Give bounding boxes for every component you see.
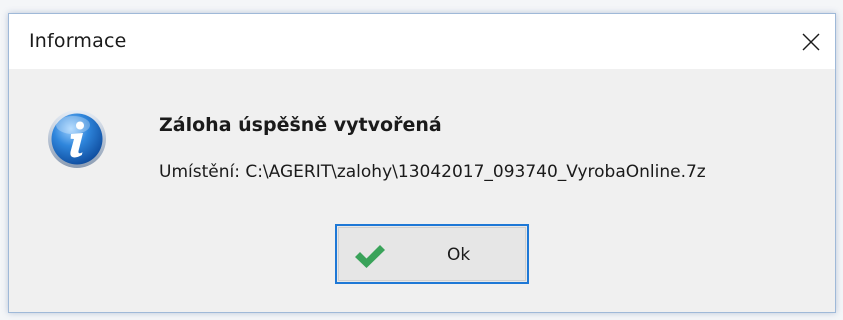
- dialog-titlebar[interactable]: Informace: [9, 14, 835, 69]
- ok-button-face: Ok: [338, 227, 526, 281]
- info-icon: [48, 110, 106, 168]
- checkmark-icon: [355, 245, 385, 268]
- information-dialog: Informace Záloha úspěšně vytvořená Umíst…: [8, 13, 836, 313]
- backup-location-text: Umístění: C:\AGERIT\zalohy\13042017_0937…: [159, 162, 706, 182]
- dialog-heading: Záloha úspěšně vytvořená: [159, 114, 442, 136]
- dialog-title: Informace: [29, 30, 127, 52]
- close-button[interactable]: [787, 14, 835, 69]
- ok-button[interactable]: Ok: [335, 224, 529, 284]
- ok-button-label: Ok: [447, 245, 471, 265]
- close-icon: [802, 33, 820, 50]
